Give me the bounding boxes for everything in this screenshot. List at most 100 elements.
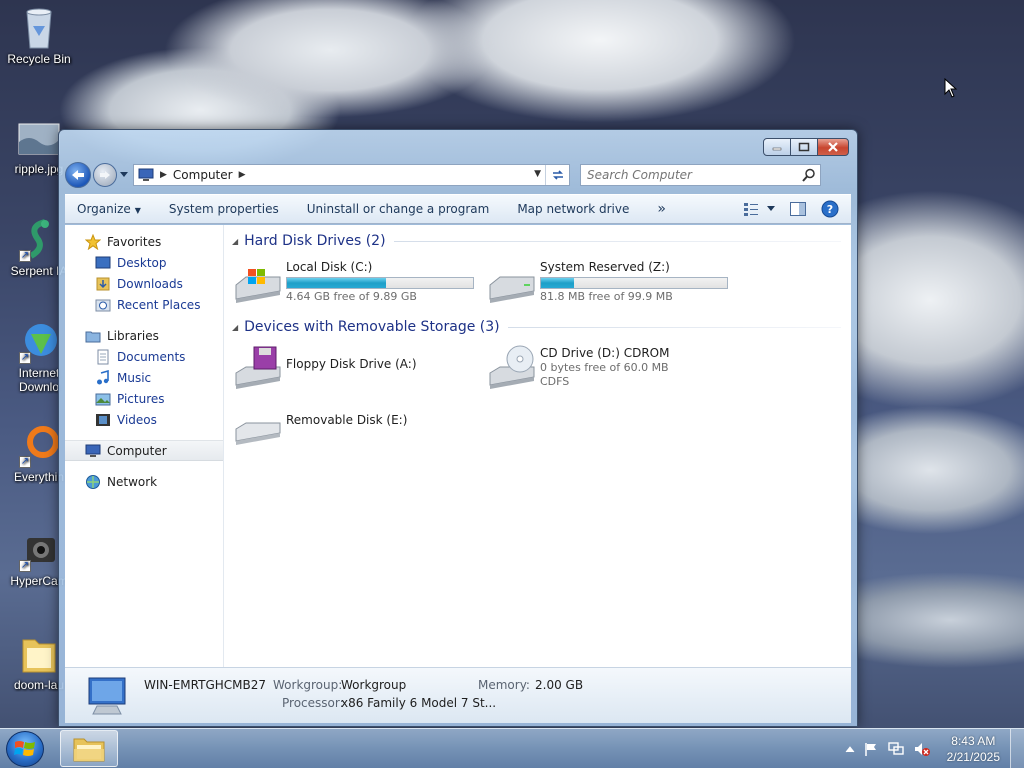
refresh-button[interactable] [545,165,569,185]
nav-desktop[interactable]: Desktop [65,252,223,273]
computer-icon [138,168,154,181]
drive-info: CD Drive (D:) CDROM 0 bytes free of 60.0… [538,343,669,399]
uninstall-program-button[interactable]: Uninstall or change a program [307,202,490,216]
more-commands-button[interactable]: » [657,201,666,217]
start-button[interactable] [6,731,44,767]
system-properties-button[interactable]: System properties [169,202,279,216]
hard-disk-drives-list: Local Disk (C:) 4.64 GB free of 9.89 GB … [232,257,841,313]
search-input[interactable] [587,168,787,182]
computer-name: WIN-EMRTGHCMB27 [144,678,266,692]
drive-info: System Reserved (Z:) 81.8 MB free of 99.… [538,257,728,313]
minimize-button[interactable] [763,138,791,156]
nav-label: Libraries [107,328,159,343]
drive-info: Floppy Disk Drive (A:) [284,343,417,399]
shortcut-arrow-icon: ↗ [19,250,31,262]
nav-music[interactable]: Music [65,367,223,388]
music-icon [97,369,109,384]
breadcrumb-separator-icon[interactable]: ▶ [239,170,246,180]
drive-info: Local Disk (C:) 4.64 GB free of 9.89 GB [284,257,474,313]
close-button[interactable] [817,138,849,156]
collapse-triangle-icon[interactable]: ◢ [232,237,238,246]
system-tray: 8:43 AM 2/21/2025 [845,729,1024,768]
group-header-removable-storage[interactable]: ◢ Devices with Removable Storage (3) [232,317,841,337]
collapse-triangle-icon[interactable]: ◢ [232,323,238,332]
change-view-button[interactable] [743,202,775,216]
nav-computer[interactable]: Computer [65,440,223,461]
breadcrumb-separator-icon[interactable]: ▶ [160,170,167,180]
forward-button[interactable] [93,163,117,187]
volume-muted-icon[interactable] [913,741,931,757]
drive-name: Floppy Disk Drive (A:) [286,357,417,371]
organize-button[interactable]: Organize ▼ [77,202,141,216]
address-bar[interactable]: ▶ Computer ▶ ▼ [133,164,570,186]
search-box[interactable] [580,164,821,186]
drive-floppy-a[interactable]: Floppy Disk Drive (A:) [232,343,486,399]
everything-search-icon: ↗ [15,424,63,468]
drive-usage-bar [540,277,728,289]
desktop-icon-recycle-bin[interactable]: Recycle Bin [2,6,76,66]
nav-label: Computer [107,443,167,458]
nav-recent-places[interactable]: Recent Places [65,294,223,315]
drive-removable-e[interactable]: Removable Disk (E:) [232,399,486,455]
internet-download-manager-icon: ↗ [15,320,63,364]
nav-documents[interactable]: Documents [65,346,223,367]
clock-time: 8:43 AM [951,734,996,748]
address-history-dropdown[interactable]: ▼ [534,169,541,179]
nav-pictures[interactable]: Pictures [65,388,223,409]
breadcrumb-computer[interactable]: Computer [173,168,233,182]
view-list-icon [744,203,758,216]
navigation-pane: Favorites Desktop Downloads Recent Place… [65,225,224,667]
serpent-icon: ↗ [15,218,63,262]
network-icon [86,474,100,489]
search-icon[interactable] [802,168,816,182]
back-button[interactable] [65,162,91,188]
recent-pages-button[interactable] [119,172,129,178]
floppy-drive-icon [235,346,281,389]
taskbar-explorer-button[interactable] [60,730,118,767]
action-center-flag-icon[interactable] [863,741,879,757]
windows-logo-icon [14,741,35,756]
pictures-icon [95,393,111,405]
drive-free-space: 4.64 GB free of 9.89 GB [286,290,417,303]
group-header-hard-disk-drives[interactable]: ◢ Hard Disk Drives (2) [232,231,841,251]
chevron-down-icon: ▼ [134,206,141,215]
network-status-icon[interactable] [887,741,905,757]
explorer-window: ▶ Computer ▶ ▼ Organize▼ System properti… [58,129,858,727]
clock[interactable]: 8:43 AM 2/21/2025 [947,733,1000,765]
explorer-content: Favorites Desktop Downloads Recent Place… [65,225,851,667]
group-title: Hard Disk Drives (2) [244,233,386,249]
forward-arrow-icon [100,171,110,179]
chevron-down-icon [767,206,775,211]
computer-icon [85,444,101,457]
preview-pane-icon[interactable] [789,201,807,217]
nav-network[interactable]: Network [65,471,223,492]
drive-cd-d[interactable]: CD Drive (D:) CDROM 0 bytes free of 60.0… [486,343,740,399]
nav-videos[interactable]: Videos [65,409,223,430]
workgroup-value: Workgroup [341,678,407,692]
nav-libraries[interactable]: Libraries [65,325,223,346]
show-hidden-icons-icon[interactable] [845,745,855,753]
drive-free-space: 81.8 MB free of 99.9 MB [540,290,673,303]
chevron-down-icon [120,172,128,177]
nav-favorites[interactable]: Favorites [65,231,223,252]
shortcut-arrow-icon: ↗ [19,352,31,364]
nav-downloads[interactable]: Downloads [65,273,223,294]
explorer-folder-icon [73,738,105,761]
nav-label: Downloads [117,276,183,291]
nav-label: Pictures [117,391,165,406]
hypercam-icon: ↗ [15,528,63,572]
map-network-drive-button[interactable]: Map network drive [517,202,629,216]
group-divider [507,326,841,328]
show-desktop-button[interactable] [1010,729,1024,768]
maximize-button[interactable] [790,138,818,156]
drive-usage-fill [287,278,386,288]
libraries-group: Libraries Documents Music Pictures Video… [65,325,223,430]
drive-system-reserved-z[interactable]: System Reserved (Z:) 81.8 MB free of 99.… [486,257,740,313]
documents-icon [97,349,109,364]
libraries-icon [85,331,101,342]
help-icon[interactable]: ? [821,200,839,218]
hard-drive-windows-icon [235,269,281,303]
refresh-icon [552,170,563,180]
drive-local-disk-c[interactable]: Local Disk (C:) 4.64 GB free of 9.89 GB [232,257,486,313]
memory-value: 2.00 GB [535,678,584,692]
